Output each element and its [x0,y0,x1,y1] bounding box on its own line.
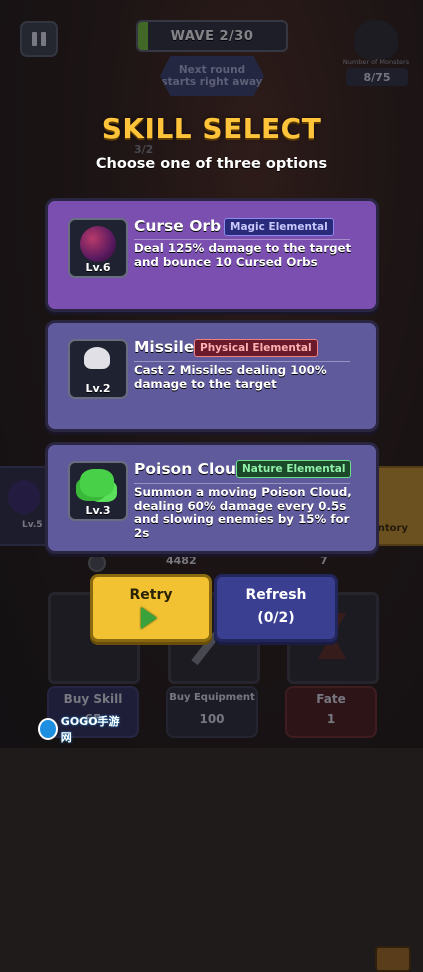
skill-description: Cast 2 Missiles dealing 100% damage to t… [134,363,327,391]
chest-icon [375,946,411,972]
skill-card-poison-cloud[interactable]: Lv.3 Poison Cloud Nature Elemental Summo… [45,442,379,554]
refresh-button[interactable]: Refresh (0/2) [214,574,338,642]
poison-cloud-icon [80,469,114,497]
retry-button[interactable]: Retry [90,574,212,642]
refresh-count: (0/2) [257,610,295,626]
refresh-label: Refresh [245,587,307,603]
skill-level: Lv.2 [85,382,111,395]
skill-name: Poison Cloud [134,460,248,478]
skill-icon-frame: Lv.6 [68,218,128,278]
skill-description: Deal 125% damage to the target and bounc… [134,241,352,269]
missile-icon [84,347,110,369]
dialog-title: SKILL SELECT [101,112,322,145]
skill-card-curse-orb[interactable]: Lv.6 Curse Orb Magic Elemental Deal 125%… [45,198,379,312]
skill-element-tag: Magic Elemental [224,218,334,236]
skill-level: Lv.3 [85,504,111,517]
logo-icon [38,718,58,740]
watermark-text: GOGO手游网 [60,715,120,744]
skill-card-missile[interactable]: Lv.2 Missile Physical Elemental Cast 2 M… [45,320,379,432]
retry-label: Retry [129,587,173,603]
skill-level: Lv.6 [85,261,111,274]
skill-icon-frame: Lv.3 [68,461,128,521]
skill-icon-frame: Lv.2 [68,339,128,399]
curse-orb-icon [80,226,116,262]
dialog-subtitle: Choose one of three options [95,156,328,172]
skill-name: Curse Orb [134,217,222,235]
play-icon [141,607,157,629]
watermark-logo: GOGO手游网 [38,715,122,744]
skill-element-tag: Nature Elemental [236,460,352,478]
skill-element-tag: Physical Elemental [194,339,318,357]
skill-name: Missile [134,338,195,356]
skill-description: Summon a moving Poison Cloud, dealing 60… [134,485,352,540]
